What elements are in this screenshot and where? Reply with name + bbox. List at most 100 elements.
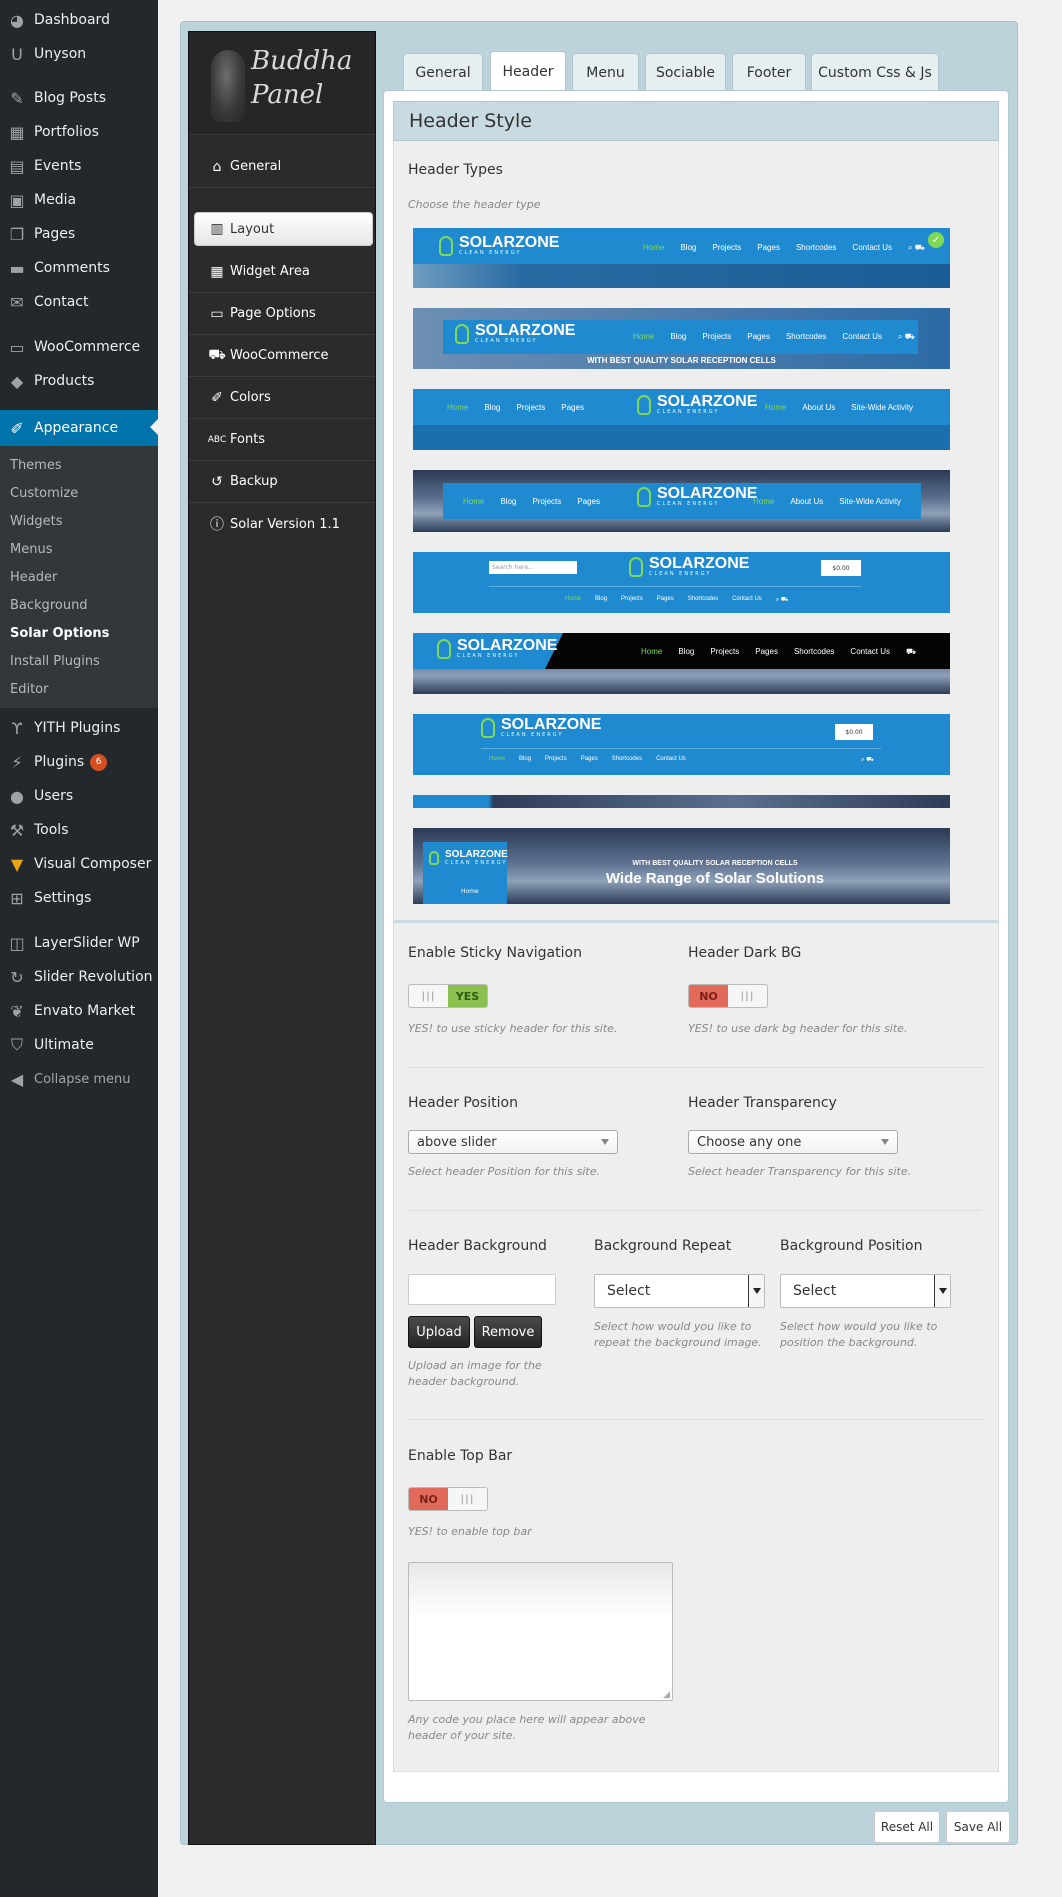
menu-pages[interactable]: ❐ Pages xyxy=(0,217,158,251)
brush-icon: ✐ xyxy=(211,389,223,406)
dark-bg-label: Header Dark BG xyxy=(688,945,802,961)
dark-bg-toggle[interactable]: NO ||| xyxy=(688,984,768,1008)
upload-button[interactable]: Upload xyxy=(408,1316,470,1348)
menu-portfolios[interactable]: ▦ Portfolios xyxy=(0,115,158,149)
menu-events[interactable]: ▤ Events xyxy=(0,149,158,183)
menu-tools[interactable]: ⚒ Tools xyxy=(0,813,158,847)
header-type-6[interactable]: SOLARZONE CLEAN ENERGY Home Blog Projects Pa… xyxy=(413,633,950,694)
background-position-select[interactable]: Select xyxy=(780,1274,951,1308)
top-bar-code-textarea[interactable]: ◢ xyxy=(408,1562,673,1701)
tab-sociable[interactable]: Sociable xyxy=(645,53,726,91)
toggle-yes: YES xyxy=(448,985,487,1007)
tab-footer[interactable]: Footer xyxy=(732,53,806,91)
logo-text-line2: Panel xyxy=(251,80,324,110)
tab-general[interactable]: General xyxy=(403,53,483,91)
header-type-9[interactable]: SOLARZONE CLEAN ENERGY Home WITH BEST QUA… xyxy=(413,828,950,904)
menu-layerslider[interactable]: ◫ LayerSlider WP xyxy=(0,926,158,960)
submenu-menus[interactable]: Menus xyxy=(10,542,52,557)
menu-products[interactable]: ◆ Products xyxy=(0,364,158,398)
menu-unyson[interactable]: U Unyson xyxy=(0,37,158,71)
top-bar-toggle[interactable]: NO ||| xyxy=(408,1487,488,1511)
menu-users[interactable]: ● Users xyxy=(0,779,158,813)
menu-woocommerce[interactable]: ▭ WooCommerce xyxy=(0,330,158,364)
header-type-2[interactable]: SOLARZONE CLEAN ENERGY Home Blog Projects Pa… xyxy=(413,308,950,369)
cart-icon: ⛟ xyxy=(208,346,226,363)
thumb-logo: SOLARZONE CLEAN ENERGY xyxy=(637,394,757,415)
wrench-icon: ⚒ xyxy=(9,820,25,840)
panel-nav-colors[interactable]: ✐ Colors xyxy=(189,377,375,419)
submenu-background[interactable]: Background xyxy=(10,598,88,613)
sticky-nav-toggle[interactable]: ||| YES xyxy=(408,984,488,1008)
header-type-8[interactable] xyxy=(413,795,950,808)
settings-icon: ⊞ xyxy=(10,888,24,908)
header-background-label: Header Background xyxy=(408,1238,547,1254)
thumb-tagline: WITH BEST QUALITY SOLAR RECEPTION CELLS xyxy=(632,860,798,867)
logo-text-line1: Buddha xyxy=(251,46,353,76)
header-background-input[interactable] xyxy=(408,1274,556,1305)
fonts-icon: ABC xyxy=(207,434,227,445)
thumb-logo: SOLARZONE CLEAN ENERGY xyxy=(481,717,601,738)
submenu-install-plugins[interactable]: Install Plugins xyxy=(10,654,100,669)
submenu-widgets[interactable]: Widgets xyxy=(10,514,63,529)
menu-settings[interactable]: ⊞ Settings xyxy=(0,881,158,915)
panel-nav-fonts[interactable]: ABC Fonts xyxy=(189,419,375,461)
sticky-nav-desc: YES! to use sticky header for this site. xyxy=(408,1022,618,1035)
panel-nav-widget-area[interactable]: ▦ Widget Area xyxy=(189,251,375,293)
header-type-7[interactable]: SOLARZONE CLEAN ENERGY $0.00 Home Blog Proj… xyxy=(413,714,950,775)
header-background-desc: Upload an image for the header backgroun… xyxy=(408,1359,542,1388)
tab-menu[interactable]: Menu xyxy=(572,53,639,91)
pages-icon: ❐ xyxy=(9,224,25,244)
submenu-customize[interactable]: Customize xyxy=(10,486,78,501)
panel-nav-backup[interactable]: ↺ Backup xyxy=(189,461,375,503)
menu-appearance[interactable]: ✐ Appearance xyxy=(0,410,158,446)
menu-contact[interactable]: ✉ Contact xyxy=(0,285,158,319)
reset-all-button[interactable]: Reset All xyxy=(874,1811,940,1843)
remove-button[interactable]: Remove xyxy=(474,1316,542,1348)
menu-dashboard[interactable]: ◕ Dashboard xyxy=(0,3,158,37)
submenu-themes[interactable]: Themes xyxy=(10,458,62,473)
chevron-down-icon xyxy=(601,1139,609,1145)
menu-blog-posts[interactable]: ✎ Blog Posts xyxy=(0,81,158,115)
toggle-no: NO xyxy=(409,1488,448,1510)
background-repeat-desc: Select how would you like to repeat the … xyxy=(594,1320,762,1349)
panel-nav-layout[interactable]: ▥ Layout xyxy=(194,212,373,246)
panel-nav-page-options[interactable]: ▭ Page Options xyxy=(189,293,375,335)
panel-nav-general[interactable]: ⌂ General xyxy=(189,146,375,188)
media-icon: ▣ xyxy=(9,190,25,210)
selected-check-icon: ✓ xyxy=(928,232,944,248)
thumb-nav: Home Blog Projects Pages Shortcodes Contact U… xyxy=(641,647,917,656)
resize-handle-icon[interactable]: ◢ xyxy=(663,1690,670,1700)
header-type-1[interactable]: SOLARZONE CLEAN ENERGY Home Blog Projects Pa… xyxy=(413,228,950,288)
header-position-select[interactable]: above slider xyxy=(408,1130,618,1154)
divider xyxy=(408,1210,982,1211)
tab-header[interactable]: Header xyxy=(490,51,566,91)
header-type-3[interactable]: Home Blog Projects Pages SOLARZONE CLEAN ENE… xyxy=(413,389,950,450)
menu-plugins[interactable]: ⚡ Plugins 6 xyxy=(0,745,158,779)
header-type-5[interactable]: Search here... SOLARZONE CLEAN ENERGY $0.… xyxy=(413,552,950,613)
menu-slider-revolution[interactable]: ↻ Slider Revolution xyxy=(0,960,158,994)
buddha-face-image xyxy=(211,50,245,122)
thumb-nav: Home Blog Projects Pages Shortcodes Contact U… xyxy=(633,332,915,341)
menu-envato-market[interactable]: ❦ Envato Market xyxy=(0,994,158,1028)
submenu-solar-options[interactable]: Solar Options xyxy=(10,626,109,641)
calendar-icon: ▤ xyxy=(9,156,25,176)
section-divider xyxy=(393,920,999,923)
menu-visual-composer[interactable]: ▼ Visual Composer xyxy=(0,847,158,881)
panel-nav-version[interactable]: ⓘ Solar Version 1.1 xyxy=(189,503,375,545)
menu-comments[interactable]: ▬ Comments xyxy=(0,251,158,285)
menu-yith-plugins[interactable]: ϒ YITH Plugins xyxy=(0,711,158,745)
menu-media[interactable]: ▣ Media xyxy=(0,183,158,217)
save-all-button[interactable]: Save All xyxy=(946,1811,1010,1843)
thumb-nav-right: Home About Us Site-Wide Activity xyxy=(765,403,914,412)
header-transparency-select[interactable]: Choose any one xyxy=(688,1130,898,1154)
collapse-menu-button[interactable]: ◀ Collapse menu xyxy=(0,1062,158,1096)
top-bar-code-desc: Any code you place here will appear abov… xyxy=(408,1713,646,1742)
submenu-header[interactable]: Header xyxy=(10,570,57,585)
thumb-logo: SOLARZONE CLEAN ENERGY xyxy=(455,323,575,344)
header-type-4[interactable]: Home Blog Projects Pages SOLARZONE CLEAN ENE… xyxy=(413,470,950,532)
panel-nav-woocommerce[interactable]: ⛟ WooCommerce xyxy=(189,335,375,377)
submenu-editor[interactable]: Editor xyxy=(10,682,48,697)
background-repeat-select[interactable]: Select xyxy=(594,1274,765,1308)
tab-custom-css-js[interactable]: Custom Css & Js xyxy=(811,53,939,91)
menu-ultimate[interactable]: ⛉ Ultimate xyxy=(0,1028,158,1062)
